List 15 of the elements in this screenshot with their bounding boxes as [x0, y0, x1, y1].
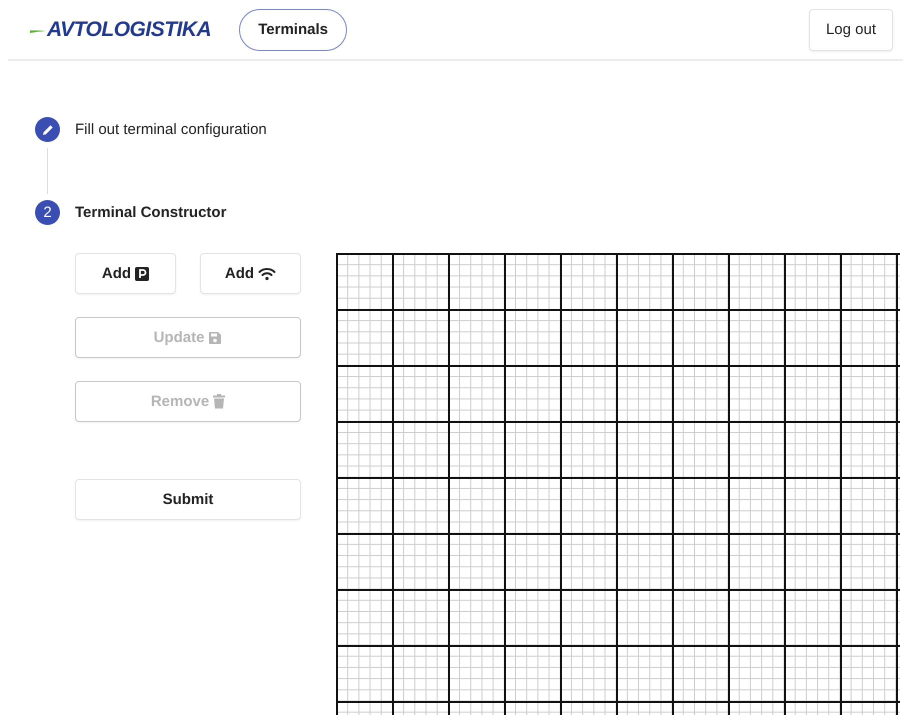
nav-tab[interactable]: Terminals	[239, 8, 347, 50]
parking-icon	[135, 266, 150, 280]
tool-button[interactable]: Add	[200, 253, 301, 294]
save-icon	[208, 330, 222, 344]
grid-canvas[interactable]	[336, 253, 900, 715]
step-label: Fill out terminal configuration	[75, 121, 267, 138]
tool-button[interactable]: Add	[75, 253, 176, 294]
pencil-icon	[42, 124, 54, 136]
submit-button[interactable]: Submit	[75, 479, 301, 520]
trash-icon	[213, 394, 226, 409]
step-label: Terminal Constructor	[75, 204, 226, 221]
wifi-icon	[258, 266, 276, 280]
logout-button[interactable]: Log out	[808, 8, 893, 50]
logo: AVTOLOGISTIKA	[47, 18, 212, 42]
step-number: 2	[35, 200, 60, 225]
